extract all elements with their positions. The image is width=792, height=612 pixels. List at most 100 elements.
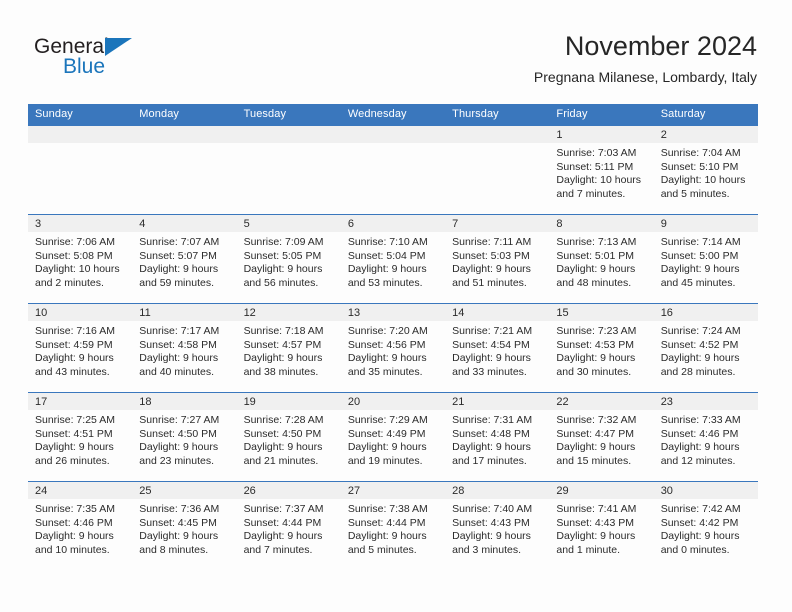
day-number: 13 [340, 304, 446, 321]
sunset-time: Sunset: 5:00 PM [660, 249, 739, 262]
daylight-duration-line1: Daylight: 9 hours [452, 352, 531, 365]
day-details: Sunrise: 7:35 AM Sunset: 4:46 PM Daylight:… [28, 499, 132, 557]
day-number: 21 [445, 393, 550, 410]
sunrise-time: Sunrise: 7:10 AM [347, 236, 428, 248]
sunset-time: Sunset: 4:48 PM [452, 427, 530, 440]
calendar-day-cell[interactable]: 12 Sunrise: 7:18 AM Sunset: 4:57 PM Dayligh… [236, 303, 341, 393]
calendar-day-cell[interactable]: 17 Sunrise: 7:25 AM Sunset: 4:51 PM Dayligh… [28, 392, 133, 482]
sunrise-time: Sunrise: 7:09 AM [243, 236, 324, 248]
sunset-time: Sunset: 5:08 PM [35, 249, 113, 262]
day-number: 20 [340, 393, 446, 410]
daylight-duration-line2: and 28 minutes. [660, 365, 736, 378]
sunrise-time: Sunrise: 7:36 AM [139, 503, 220, 515]
calendar-day-cell[interactable]: 11 Sunrise: 7:17 AM Sunset: 4:58 PM Dayligh… [132, 303, 237, 393]
calendar-day-cell[interactable]: 27 Sunrise: 7:38 AM Sunset: 4:44 PM Dayligh… [340, 481, 446, 570]
sunrise-time: Sunrise: 7:32 AM [556, 414, 637, 426]
day-number: 27 [340, 482, 446, 499]
calendar-day-cell[interactable]: 25 Sunrise: 7:36 AM Sunset: 4:45 PM Dayligh… [132, 481, 237, 570]
calendar-day-cell[interactable]: 15 Sunrise: 7:23 AM Sunset: 4:53 PM Dayligh… [549, 303, 654, 393]
weekday-header-sunday: Sunday [28, 104, 133, 126]
daylight-duration-line1: Daylight: 9 hours [452, 263, 531, 276]
general-blue-logo[interactable]: General Blue [34, 36, 184, 84]
calendar-day-cell-empty [236, 125, 341, 215]
weekday-header-thursday: Thursday [445, 104, 550, 126]
sunrise-sunset-calendar: Sunday Monday Tuesday Wednesday Thursday… [28, 104, 758, 570]
daylight-duration-line1: Daylight: 9 hours [556, 352, 636, 365]
daylight-duration-line2: and 15 minutes. [556, 454, 632, 467]
day-number: 11 [132, 304, 237, 321]
calendar-day-cell[interactable]: 22 Sunrise: 7:32 AM Sunset: 4:47 PM Dayligh… [549, 392, 654, 482]
calendar-day-cell[interactable]: 20 Sunrise: 7:29 AM Sunset: 4:49 PM Dayligh… [340, 392, 446, 482]
day-number: 23 [653, 393, 758, 410]
calendar-day-cell[interactable]: 14 Sunrise: 7:21 AM Sunset: 4:54 PM Dayligh… [445, 303, 550, 393]
calendar-day-cell[interactable]: 2 Sunrise: 7:04 AM Sunset: 5:10 PM Daylight… [653, 125, 758, 215]
calendar-day-cell[interactable]: 29 Sunrise: 7:41 AM Sunset: 4:43 PM Dayligh… [549, 481, 654, 570]
sunrise-time: Sunrise: 7:13 AM [556, 236, 637, 248]
day-details: Sunrise: 7:17 AM Sunset: 4:58 PM Daylight:… [132, 321, 236, 379]
daylight-duration-line1: Daylight: 9 hours [660, 263, 740, 276]
calendar-day-cell[interactable]: 3 Sunrise: 7:06 AM Sunset: 5:08 PM Daylight… [28, 214, 133, 304]
daylight-duration-line1: Daylight: 9 hours [556, 441, 636, 454]
daylight-duration-line2: and 10 minutes. [35, 543, 110, 556]
calendar-day-cell-empty [340, 125, 446, 215]
day-details: Sunrise: 7:03 AM Sunset: 5:11 PM Daylight:… [549, 143, 653, 201]
calendar-day-cell-empty [28, 125, 133, 215]
calendar-day-cell[interactable]: 7 Sunrise: 7:11 AM Sunset: 5:03 PM Daylight… [445, 214, 550, 304]
calendar-day-cell[interactable]: 26 Sunrise: 7:37 AM Sunset: 4:44 PM Dayligh… [236, 481, 341, 570]
calendar-day-cell[interactable]: 13 Sunrise: 7:20 AM Sunset: 4:56 PM Dayligh… [340, 303, 446, 393]
calendar-day-cell[interactable]: 1 Sunrise: 7:03 AM Sunset: 5:11 PM Daylight… [549, 125, 654, 215]
calendar-day-cell[interactable]: 9 Sunrise: 7:14 AM Sunset: 5:00 PM Daylight… [653, 214, 758, 304]
daylight-duration-line1: Daylight: 9 hours [35, 441, 114, 454]
sunset-time: Sunset: 4:44 PM [243, 516, 322, 529]
day-number: 7 [445, 215, 550, 232]
calendar-day-cell[interactable]: 23 Sunrise: 7:33 AM Sunset: 4:46 PM Dayligh… [653, 392, 758, 482]
daylight-duration-line2: and 3 minutes. [452, 543, 522, 556]
day-number: 5 [236, 215, 341, 232]
daylight-duration-line2: and 19 minutes. [347, 454, 423, 467]
day-details: Sunrise: 7:33 AM Sunset: 4:46 PM Daylight:… [654, 410, 758, 468]
page-subtitle: Pregnana Milanese, Lombardy, Italy [533, 69, 757, 85]
sunset-time: Sunset: 5:07 PM [139, 249, 217, 262]
daylight-duration-line2: and 7 minutes. [243, 543, 313, 556]
weekday-header-tuesday: Tuesday [236, 104, 341, 126]
calendar-day-cell[interactable]: 28 Sunrise: 7:40 AM Sunset: 4:43 PM Dayligh… [445, 481, 550, 570]
daylight-duration-line2: and 38 minutes. [243, 365, 319, 378]
daylight-duration-line2: and 30 minutes. [556, 365, 632, 378]
day-number [132, 126, 237, 143]
daylight-duration-line1: Daylight: 9 hours [243, 352, 323, 365]
daylight-duration-line2: and 5 minutes. [347, 543, 417, 556]
calendar-day-cell[interactable]: 19 Sunrise: 7:28 AM Sunset: 4:50 PM Dayligh… [236, 392, 341, 482]
day-details: Sunrise: 7:31 AM Sunset: 4:48 PM Daylight:… [445, 410, 549, 468]
day-details: Sunrise: 7:06 AM Sunset: 5:08 PM Daylight:… [28, 232, 132, 290]
calendar-day-cell[interactable]: 4 Sunrise: 7:07 AM Sunset: 5:07 PM Daylight… [132, 214, 237, 304]
day-details: Sunrise: 7:21 AM Sunset: 4:54 PM Daylight:… [445, 321, 549, 379]
daylight-duration-line2: and 43 minutes. [35, 365, 110, 378]
sunset-time: Sunset: 4:45 PM [139, 516, 217, 529]
calendar-day-cell[interactable]: 16 Sunrise: 7:24 AM Sunset: 4:52 PM Dayligh… [653, 303, 758, 393]
day-number: 24 [28, 482, 133, 499]
calendar-day-cell[interactable]: 10 Sunrise: 7:16 AM Sunset: 4:59 PM Dayligh… [28, 303, 133, 393]
day-details: Sunrise: 7:20 AM Sunset: 4:56 PM Daylight:… [341, 321, 445, 379]
daylight-duration-line2: and 56 minutes. [243, 276, 319, 289]
calendar-day-cell[interactable]: 6 Sunrise: 7:10 AM Sunset: 5:04 PM Daylight… [340, 214, 446, 304]
day-details: Sunrise: 7:25 AM Sunset: 4:51 PM Daylight:… [28, 410, 132, 468]
calendar-day-cell[interactable]: 21 Sunrise: 7:31 AM Sunset: 4:48 PM Dayligh… [445, 392, 550, 482]
sunrise-time: Sunrise: 7:29 AM [347, 414, 428, 426]
daylight-duration-line1: Daylight: 9 hours [452, 441, 531, 454]
sunrise-time: Sunrise: 7:04 AM [660, 147, 741, 159]
daylight-duration-line1: Daylight: 9 hours [243, 263, 323, 276]
sunset-time: Sunset: 4:49 PM [347, 427, 426, 440]
daylight-duration-line1: Daylight: 9 hours [243, 530, 323, 543]
daylight-duration-line2: and 59 minutes. [139, 276, 214, 289]
daylight-duration-line2: and 7 minutes. [556, 187, 626, 200]
sunset-time: Sunset: 5:04 PM [347, 249, 426, 262]
calendar-day-cell[interactable]: 30 Sunrise: 7:42 AM Sunset: 4:42 PM Dayligh… [653, 481, 758, 570]
calendar-day-cell[interactable]: 5 Sunrise: 7:09 AM Sunset: 5:05 PM Daylight… [236, 214, 341, 304]
day-details: Sunrise: 7:10 AM Sunset: 5:04 PM Daylight:… [341, 232, 445, 290]
calendar-day-cell[interactable]: 8 Sunrise: 7:13 AM Sunset: 5:01 PM Daylight… [549, 214, 654, 304]
daylight-duration-line2: and 23 minutes. [139, 454, 214, 467]
calendar-day-cell[interactable]: 18 Sunrise: 7:27 AM Sunset: 4:50 PM Dayligh… [132, 392, 237, 482]
calendar-day-cell[interactable]: 24 Sunrise: 7:35 AM Sunset: 4:46 PM Dayligh… [28, 481, 133, 570]
daylight-duration-line2: and 8 minutes. [139, 543, 209, 556]
sunrise-time: Sunrise: 7:14 AM [660, 236, 741, 248]
